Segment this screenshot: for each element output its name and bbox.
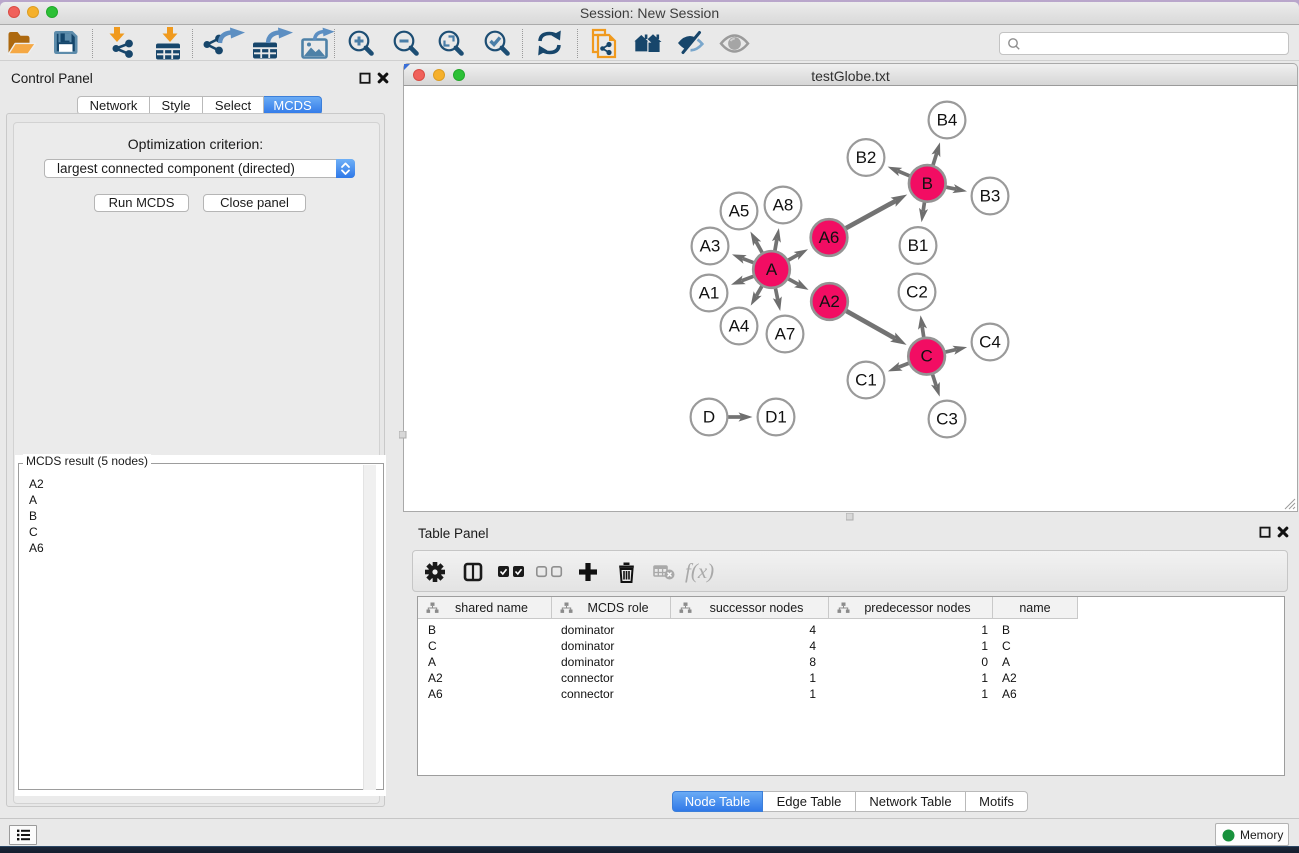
svg-text:B2: B2 [856,148,877,167]
svg-text:A: A [766,260,778,279]
svg-text:A4: A4 [729,317,750,336]
svg-text:A6: A6 [819,228,840,247]
svg-text:B1: B1 [908,236,929,255]
svg-text:B4: B4 [937,111,958,130]
svg-text:A3: A3 [700,237,721,256]
svg-text:D: D [703,408,715,427]
svg-text:B: B [922,174,933,193]
svg-text:A8: A8 [773,196,794,215]
svg-text:C4: C4 [979,333,1001,352]
svg-text:B3: B3 [980,187,1001,206]
svg-text:A1: A1 [699,284,720,303]
svg-text:C: C [920,347,932,366]
svg-text:A5: A5 [729,202,750,221]
svg-text:C1: C1 [855,371,877,390]
svg-text:D1: D1 [765,408,787,427]
svg-text:C2: C2 [906,283,928,302]
svg-text:A2: A2 [819,292,840,311]
svg-text:A7: A7 [775,325,796,344]
svg-text:C3: C3 [936,410,958,429]
